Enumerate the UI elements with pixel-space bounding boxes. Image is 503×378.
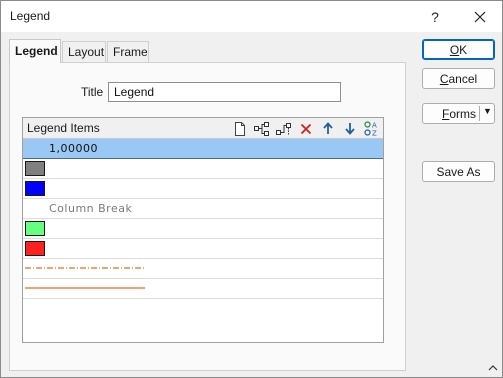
- green-swatch: [25, 221, 45, 236]
- title-bar: Legend ?: [1, 1, 502, 32]
- svg-text:A: A: [372, 122, 377, 130]
- add-branch-icon[interactable]: [253, 120, 271, 137]
- legend-item-row-8[interactable]: [23, 279, 383, 299]
- help-icon: ?: [431, 8, 439, 25]
- legend-item-row-2[interactable]: [23, 159, 383, 179]
- new-item-icon[interactable]: [231, 120, 249, 137]
- close-icon: [474, 11, 486, 22]
- legend-items-title: Legend Items: [27, 121, 100, 135]
- window-title: Legend: [10, 9, 51, 23]
- blue-swatch: [25, 181, 45, 196]
- legend-item-row-4[interactable]: Column Break: [23, 199, 383, 219]
- grey-swatch: [25, 161, 45, 176]
- move-up-icon[interactable]: [319, 120, 337, 137]
- legend-items-grid: Legend Items AZ 1,00000 Column Break: [22, 117, 384, 343]
- legend-item-row-5[interactable]: [23, 219, 383, 239]
- sort-az-icon[interactable]: AZ: [363, 120, 381, 137]
- column-break-label: Column Break: [49, 202, 133, 215]
- legend-item-row-1[interactable]: 1,00000: [23, 139, 383, 159]
- cancel-button[interactable]: Cancel: [422, 68, 495, 89]
- close-button[interactable]: [458, 1, 502, 32]
- solid-line-symbol: [25, 287, 145, 289]
- forms-separator: [479, 106, 480, 121]
- red-swatch: [25, 241, 45, 256]
- collapse-chevron-icon[interactable]: [487, 362, 499, 374]
- tab-legend[interactable]: Legend: [9, 39, 61, 63]
- legend-dialog: Legend ? Legend Layout Frame Title Legen…: [0, 0, 503, 378]
- legend-item-row-6[interactable]: [23, 239, 383, 259]
- legend-item-row-3[interactable]: [23, 179, 383, 199]
- forms-button[interactable]: Forms ▼: [422, 103, 495, 124]
- tab-layout[interactable]: Layout: [62, 41, 106, 62]
- title-label: Title: [81, 85, 104, 99]
- legend-item-text: 1,00000: [49, 142, 98, 155]
- help-button[interactable]: ?: [413, 1, 457, 32]
- delete-icon[interactable]: [297, 120, 315, 137]
- legend-items-header: Legend Items AZ: [23, 118, 383, 139]
- move-down-icon[interactable]: [341, 120, 359, 137]
- ok-button[interactable]: OK: [422, 39, 495, 60]
- svg-text:Z: Z: [372, 130, 377, 138]
- save-as-button[interactable]: Save As: [422, 161, 495, 182]
- title-input[interactable]: [108, 82, 341, 102]
- tab-frame[interactable]: Frame: [107, 41, 149, 62]
- forms-label: Forms: [442, 107, 477, 121]
- add-sub-item-icon[interactable]: [275, 120, 293, 137]
- legend-item-row-7[interactable]: [23, 259, 383, 279]
- chevron-down-icon[interactable]: ▼: [483, 106, 492, 116]
- dashdot-line-symbol: [25, 267, 145, 269]
